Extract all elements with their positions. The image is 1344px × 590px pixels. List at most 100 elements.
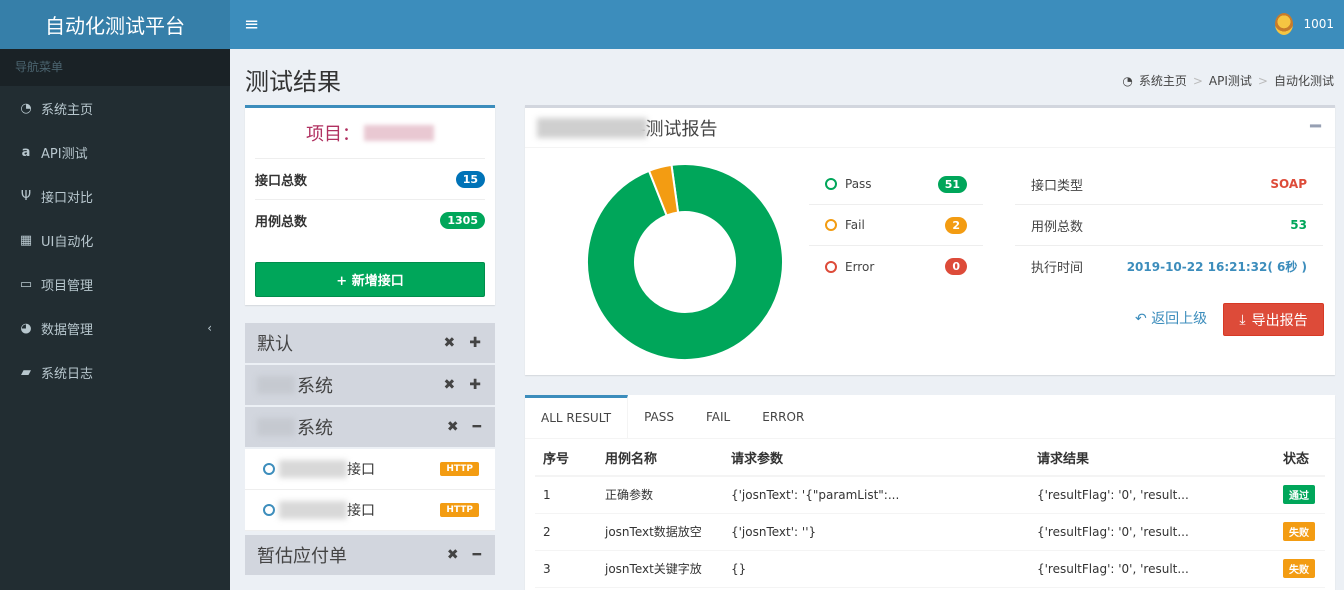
legend-count: 2	[945, 216, 967, 234]
close-icon[interactable]: ✖	[444, 335, 456, 351]
brand-logo[interactable]: 自动化测试平台	[0, 0, 230, 49]
sidebar-toggle-icon[interactable]: ≡	[244, 14, 259, 35]
breadcrumb-api-test[interactable]: API测试	[1209, 72, 1252, 89]
test-report-box: -测试报告 ━ Pass 51 Fail 2 Error 0 接口类型 SOAP…	[525, 105, 1335, 375]
back-label: 返回上级	[1151, 311, 1208, 327]
case-total-badge: 1305	[440, 211, 485, 229]
tab-all-result[interactable]: ALL RESULT	[525, 395, 629, 438]
column-header: 状态	[1275, 439, 1325, 477]
table-row[interactable]: 2 josnText数据放空 {'josnText': ''} {'result…	[535, 513, 1325, 551]
avatar	[1275, 13, 1294, 35]
sidebar-item-data-manage[interactable]: ◕ 数据管理 ‹	[0, 306, 230, 350]
interface-total-row: 接口总数 15	[255, 158, 485, 199]
info-exec-time: 执行时间 2019-10-22 16:21:32( 6秒 )	[1015, 246, 1323, 287]
group-header[interactable]: 系统 ✖ ✚	[245, 365, 495, 407]
info-label: 接口类型	[1031, 178, 1084, 194]
sidebar-item-label: 数据管理	[41, 322, 94, 338]
group-header[interactable]: 系统 ✖ ━	[245, 407, 495, 449]
add-interface-button[interactable]: + 新增接口	[255, 262, 485, 297]
info-case-total: 用例总数 53	[1015, 205, 1323, 246]
plus-icon[interactable]: ✚	[469, 377, 481, 393]
dashboard-icon: ◔	[1122, 73, 1133, 88]
table-header-row: 序号 用例名称 请求参数 请求结果 状态	[535, 439, 1325, 477]
table-row[interactable]: 1 正确参数 {'josnText': '{"paramList":... {'…	[535, 476, 1325, 514]
sidebar-item-label: 系统日志	[41, 366, 94, 382]
info-interface-type: 接口类型 SOAP	[1015, 164, 1323, 205]
group-header[interactable]: 默认 ✖ ✚	[245, 323, 495, 365]
sidebar-item-system-log[interactable]: ▰ 系统日志	[0, 350, 230, 394]
radio-icon[interactable]	[263, 504, 275, 516]
sidebar-item-api-test[interactable]: a API测试	[0, 130, 230, 174]
interface-item[interactable]: 接口 HTTP	[245, 490, 495, 531]
sidebar-item-interface-compare[interactable]: Ψ 接口对比	[0, 174, 230, 218]
sidebar-item-ui-automation[interactable]: ▦ UI自动化	[0, 218, 230, 262]
sidebar-item-label: UI自动化	[41, 234, 94, 250]
donut-slice-pass	[586, 163, 784, 361]
download-icon: ⤓	[1239, 311, 1246, 328]
legend-label: Error	[845, 259, 875, 274]
export-report-button[interactable]: ⤓ 导出报告	[1223, 303, 1324, 336]
column-header: 用例名称	[597, 439, 723, 477]
info-value: SOAP	[1270, 177, 1307, 191]
legend-label: Fail	[845, 218, 865, 232]
report-info: 接口类型 SOAP 用例总数 53 执行时间 2019-10-22 16:21:…	[1015, 164, 1323, 287]
status-badge: 失败	[1283, 559, 1315, 578]
project-name: 项目：	[245, 108, 495, 158]
back-button[interactable]: ↶ 返回上级	[1135, 308, 1207, 328]
minus-icon[interactable]: ━	[473, 419, 481, 435]
tab-pass[interactable]: PASS	[628, 395, 690, 438]
laptop-icon: ▭	[19, 276, 33, 292]
group-header[interactable]: 暂估应付单 ✖ ━	[245, 535, 495, 577]
info-value: 53	[1290, 218, 1307, 232]
project-summary-box: 项目： 接口总数 15 用例总数 1305 + 新增接口	[245, 105, 495, 305]
report-title: -测试报告	[525, 108, 1335, 148]
user-name: 1001	[1303, 17, 1334, 31]
collapse-icon[interactable]: ━	[1310, 116, 1321, 137]
cell-name: josnText数据放空	[597, 513, 723, 551]
legend-error: Error 0	[809, 246, 983, 287]
cell-name: josnText关键字放	[597, 550, 723, 588]
user-menu[interactable]: 1001	[1275, 13, 1334, 35]
pie-chart-icon: ◕	[20, 320, 32, 336]
http-badge: HTTP	[440, 503, 479, 517]
interface-item[interactable]: 接口 HTTP	[245, 449, 495, 490]
sidebar-item-label: 项目管理	[41, 278, 94, 294]
cell-params: {'josnText': ''}	[723, 513, 1029, 551]
info-value: 2019-10-22 16:21:32( 6秒 )	[1126, 260, 1307, 274]
chevron-left-icon: ‹	[207, 321, 212, 335]
book-icon: ▰	[21, 364, 31, 380]
close-icon[interactable]: ✖	[447, 419, 459, 435]
plus-icon[interactable]: ✚	[469, 335, 481, 351]
sidebar-item-label: API测试	[41, 146, 88, 162]
radio-icon[interactable]	[263, 463, 275, 475]
top-navbar: ≡ 1001	[230, 0, 1344, 49]
redacted-text	[279, 501, 347, 519]
result-donut-chart	[586, 163, 784, 361]
close-icon[interactable]: ✖	[447, 547, 459, 563]
cell-params: {}	[723, 550, 1029, 588]
dashboard-icon: ◔	[20, 100, 32, 116]
cell-result: {'resultFlag': '0', 'result...	[1029, 513, 1275, 551]
report-title-text: -测试报告	[639, 118, 718, 140]
redacted-text	[279, 460, 347, 478]
sidebar-item-label: 接口对比	[41, 190, 94, 206]
status-badge: 失败	[1283, 522, 1315, 541]
project-label: 项目：	[306, 124, 360, 145]
sidebar-item-home[interactable]: ◔ 系统主页	[0, 86, 230, 130]
tab-error[interactable]: ERROR	[746, 395, 820, 438]
sidebar-item-project-manage[interactable]: ▭ 项目管理	[0, 262, 230, 306]
breadcrumb-home[interactable]: 系统主页	[1139, 72, 1187, 89]
group-name: 默认	[257, 334, 293, 355]
interface-name: 接口	[347, 503, 375, 519]
table-row[interactable]: 3 josnText关键字放 {} {'resultFlag': '0', 'r…	[535, 550, 1325, 588]
http-badge: HTTP	[440, 462, 479, 476]
results-table: 序号 用例名称 请求参数 请求结果 状态 1 正确参数 {'josnText':…	[535, 439, 1325, 588]
interface-total-label: 接口总数	[255, 173, 308, 189]
minus-icon[interactable]: ━	[473, 547, 481, 563]
info-label: 用例总数	[1031, 219, 1084, 235]
amazon-icon: a	[21, 144, 31, 160]
redacted-text	[537, 117, 647, 138]
close-icon[interactable]: ✖	[444, 377, 456, 393]
tab-fail[interactable]: FAIL	[690, 395, 746, 438]
cutlery-icon: Ψ	[20, 188, 32, 204]
